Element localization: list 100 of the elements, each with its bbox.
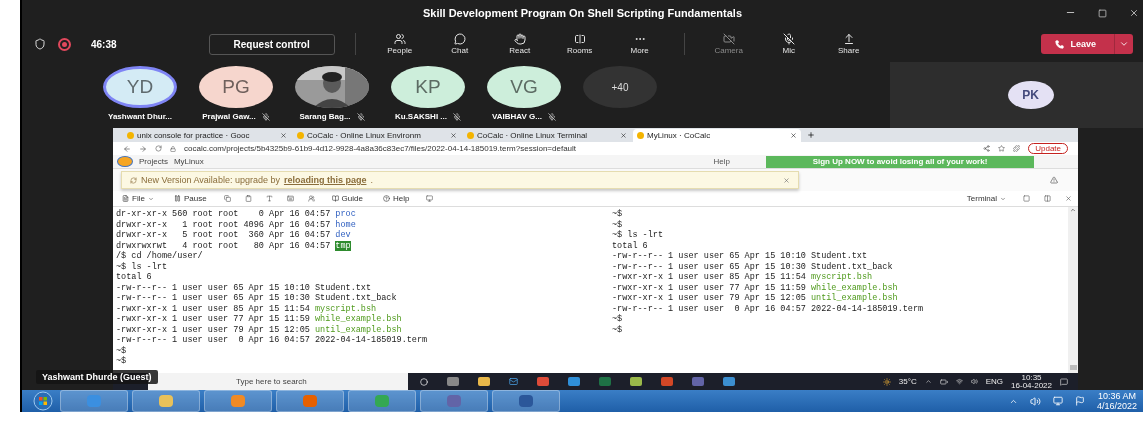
terminal-line: -rwxr-xr-x 1 user user 77 Apr 15 11:59 while_example.bsh (116, 314, 403, 325)
phone-icon (1055, 39, 1065, 49)
terminal-line: ~$ (612, 209, 624, 220)
terminal-line: -rw-r--r-- 1 user user 65 Apr 15 10:10 Student.txt (116, 282, 373, 293)
terminal-line: ~$ (116, 356, 128, 367)
language-text: ENG (985, 377, 1004, 386)
caret-icon (147, 195, 154, 202)
clock-time: 10:36 AM (1097, 391, 1136, 401)
participant-name: Prajwal Gaw... (202, 112, 256, 121)
users-icon (307, 195, 315, 202)
weather-text: 35°C (898, 377, 917, 386)
clock-date: 16-04-2022 (1011, 381, 1052, 390)
start-icon[interactable] (30, 391, 56, 411)
terminal-line: ~$ (612, 219, 624, 230)
reload-link[interactable]: reloading this page (283, 175, 367, 185)
project-tab[interactable]: MyLinux (173, 157, 204, 166)
participant-name: Yashwant Dhur... (108, 112, 172, 121)
browser-tab[interactable]: unix console for practice · Gooc (123, 129, 291, 142)
terminal-line: -rwxr-xr-x 1 user user 85 Apr 15 11:54 myscript.bsh (612, 272, 874, 283)
mic-button[interactable]: Mic (764, 33, 813, 55)
forward-icon (139, 144, 147, 153)
refresh-icon (130, 176, 137, 184)
chevron-up-icon (924, 378, 932, 385)
terminal-line: ~$ ls -lrt (116, 261, 168, 272)
pause-icon (173, 195, 181, 202)
terminal-line: drwxr-xr-x 1 root root 4096 Apr 16 04:57 home (116, 219, 357, 230)
participant-name: Sarang Bag... (299, 112, 351, 121)
favicon-icon (467, 132, 474, 139)
browser-tab[interactable]: CoCalc · Online Linux Environm (293, 129, 461, 142)
presenter-label: Yashwant Dhurde (Guest) (36, 370, 158, 384)
taskbar-item[interactable] (492, 390, 560, 412)
people-button[interactable]: People (375, 33, 424, 55)
pause-button[interactable]: Pause (170, 194, 210, 203)
participant-avatar: PG (199, 66, 273, 108)
more-participants-badge[interactable]: +40 (583, 66, 657, 108)
volume-icon (970, 378, 978, 385)
file-menu[interactable]: File (119, 194, 157, 203)
chat-icon (453, 33, 466, 45)
terminal-line: /$ cd /home/user/ (116, 251, 204, 262)
terminal-line: -rw-r--r-- 1 user user 0 Apr 16 04:57 2022-04-14-185019.term (612, 303, 925, 314)
terminal-line: total 6 (116, 272, 153, 283)
browser-tab[interactable]: MyLinux · CoCalc (633, 129, 801, 142)
new-tab-icon[interactable] (807, 131, 815, 139)
chat-button[interactable]: Chat (435, 33, 484, 55)
projects-tab[interactable]: Projects (139, 157, 168, 166)
circle-icon (420, 377, 428, 386)
terminal-line: -rwxr-xr-x 1 user user 79 Apr 15 12:05 until_example.bsh (116, 324, 403, 335)
participant-avatar: PK (1007, 81, 1054, 109)
mail-icon (509, 377, 518, 386)
help-tab[interactable]: Help (713, 157, 730, 166)
book-icon (331, 195, 339, 202)
wifi-icon (955, 378, 963, 385)
browser-tab[interactable]: CoCalc · Online Linux Terminal (463, 129, 631, 142)
participant-avatar: YD (103, 66, 177, 108)
warning-icon (1050, 176, 1058, 184)
columns-icon (1044, 195, 1051, 202)
taskbar-item[interactable] (132, 390, 200, 412)
update-button[interactable]: Update (1028, 143, 1068, 154)
share-icon (842, 33, 855, 45)
terminal-line: -rw-r--r-- 1 user user 65 Apr 15 10:30 Student.txt_back (116, 293, 398, 304)
clipboard-icon (244, 195, 252, 202)
reload-icon (155, 145, 162, 152)
favicon-icon (637, 132, 644, 139)
notice-period: . (370, 175, 373, 185)
terminal-line: -rw-r--r-- 1 user user 65 Apr 15 10:30 Student.txt_back (612, 261, 894, 272)
flag-icon (1074, 396, 1085, 406)
taskbar-item[interactable] (348, 390, 416, 412)
keyboard-icon (286, 195, 294, 202)
help-button[interactable]: Help (379, 194, 413, 203)
battery-icon (939, 377, 948, 386)
monitor-icon (426, 195, 434, 202)
camera-off-icon (722, 33, 735, 45)
scrollbar-thumb[interactable] (1069, 365, 1077, 370)
guide-button[interactable]: Guide (328, 194, 366, 203)
close-icon (620, 132, 627, 139)
rooms-button[interactable]: Rooms (555, 33, 604, 55)
window-title: Skill Development Program On Shell Scripting Fundamentals (422, 7, 743, 19)
more-button[interactable]: More (615, 33, 664, 55)
favicon-icon (297, 132, 304, 139)
terminal-line: ~$ ls -lrt (612, 230, 664, 241)
back-icon (123, 144, 131, 153)
close-icon (790, 132, 797, 139)
terminal-menu[interactable]: Terminal (963, 194, 1009, 203)
rooms-icon (573, 33, 586, 45)
react-button[interactable]: React (495, 33, 544, 55)
taskbar-item[interactable] (276, 390, 344, 412)
shield-icon (34, 38, 46, 50)
share-button[interactable]: Share (824, 33, 873, 55)
participant-name: Ku.SAKSHI ... (395, 112, 447, 121)
request-control-button[interactable]: Request control (208, 33, 335, 55)
scrollbar[interactable] (1068, 207, 1078, 373)
address-field[interactable]: cocalc.com/projects/5b4325b9-61b9-4d12-9928-4a8a36c83ec7/files/2022-04-14-185019.term?session=default (184, 144, 976, 153)
chevron-up-icon (1070, 207, 1076, 213)
clock-date: 4/16/2022 (1096, 401, 1137, 411)
share-icon (983, 145, 991, 152)
taskbar-item[interactable] (420, 390, 488, 412)
taskbar-item[interactable] (204, 390, 272, 412)
taskbar-item[interactable] (60, 390, 128, 412)
caret-icon (1000, 195, 1006, 202)
clock-time: 10:35 (1021, 373, 1042, 382)
